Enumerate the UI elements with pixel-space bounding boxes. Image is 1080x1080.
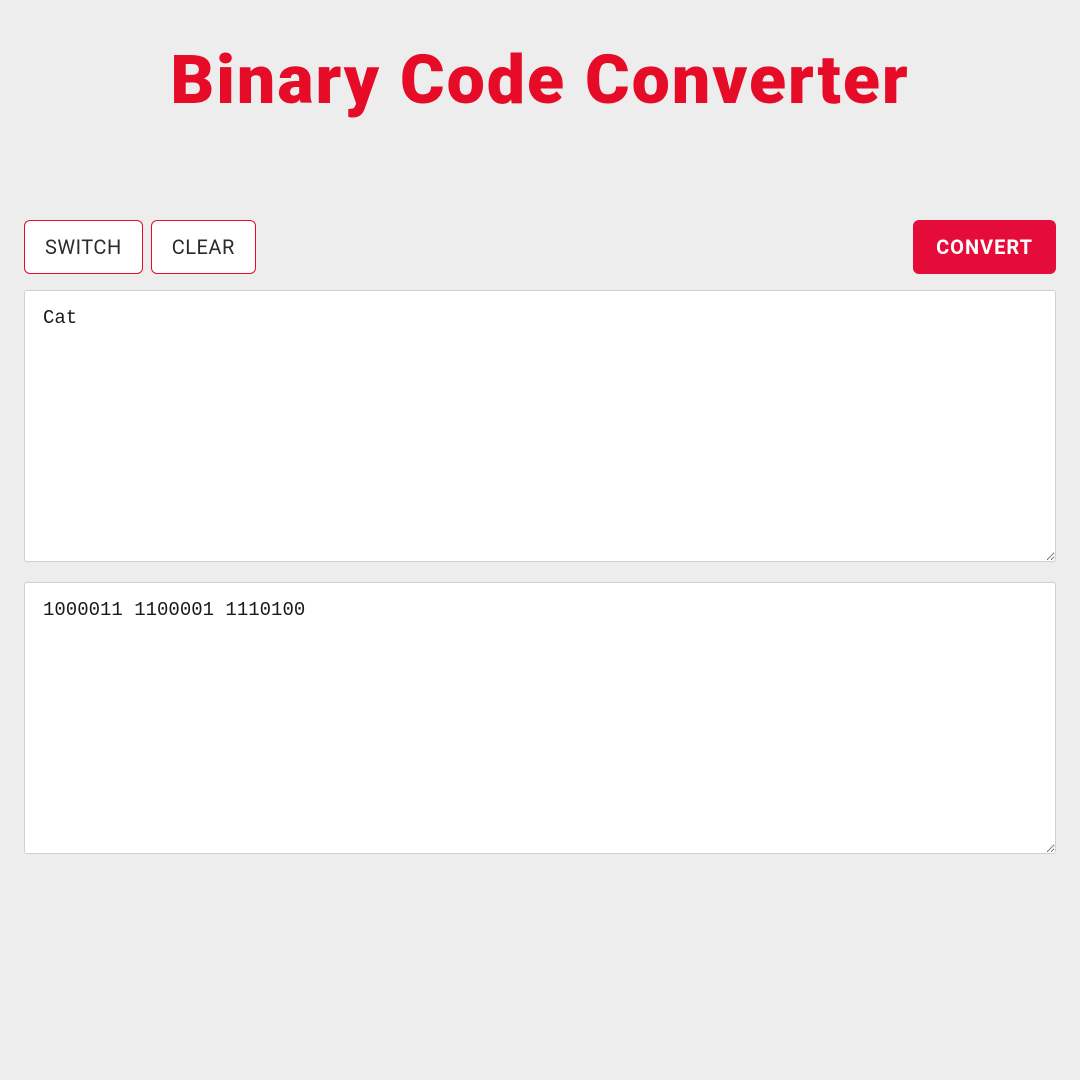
switch-button[interactable]: SWITCH [24,220,143,274]
input-textarea[interactable] [24,290,1056,562]
clear-button[interactable]: CLEAR [151,220,256,274]
app-container: Binary Code Converter SWITCH CLEAR CONVE… [0,0,1080,904]
convert-button[interactable]: CONVERT [913,220,1056,274]
toolbar: SWITCH CLEAR CONVERT [24,220,1056,274]
toolbar-left-group: SWITCH CLEAR [24,220,256,274]
page-title: Binary Code Converter [24,40,1056,120]
output-textarea[interactable] [24,582,1056,854]
